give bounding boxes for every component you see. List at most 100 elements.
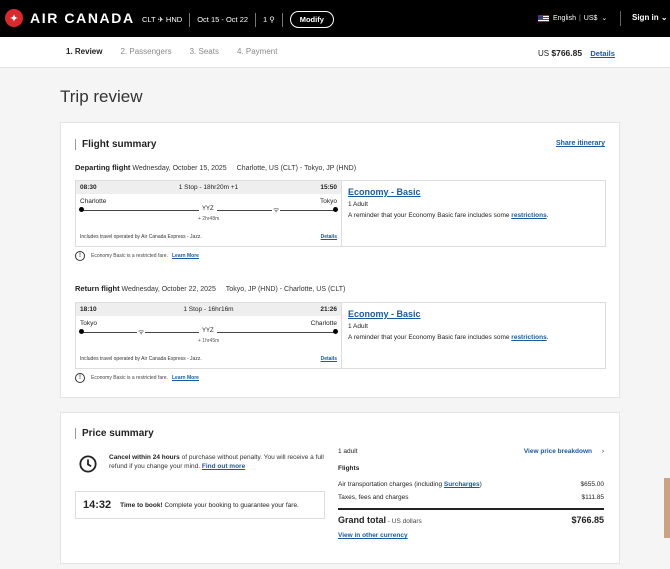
reminder-text: A reminder that your Economy Basic fare … bbox=[348, 212, 512, 219]
fare-type-link[interactable]: Economy - Basic bbox=[348, 309, 421, 319]
reminder-text: A reminder that your Economy Basic fare … bbox=[348, 334, 512, 341]
destination-dot bbox=[333, 329, 338, 334]
cancel-bold-text: Cancel within 24 hours bbox=[109, 454, 180, 461]
departing-flight-heading: Departing flight Wednesday, October 15, … bbox=[75, 163, 356, 172]
flight-date: Wednesday, October 22, 2025 bbox=[121, 286, 216, 293]
fare-type-link[interactable]: Economy - Basic bbox=[348, 187, 421, 197]
restrictions-link[interactable]: restrictions bbox=[511, 212, 546, 219]
view-other-currency-link[interactable]: View in other currency bbox=[338, 532, 408, 539]
destination-city: Charlotte bbox=[310, 320, 337, 327]
adult-row: 1 adult View price breakdown › bbox=[338, 448, 604, 455]
origin-dot bbox=[79, 207, 84, 212]
flight-label: Departing flight bbox=[75, 163, 131, 172]
dates-text: Oct 15 - Oct 22 bbox=[197, 15, 249, 24]
share-itinerary-link[interactable]: Share itinerary bbox=[556, 140, 605, 147]
return-flight-box: 1 Stop - 16hr16m 18:10 21:26 Tokyo Charl… bbox=[75, 302, 606, 369]
flight-summary-card: Flight summary Share itinerary Departing… bbox=[60, 122, 620, 398]
notice-text: Economy Basic is a restricted fare. bbox=[91, 375, 168, 381]
view-price-breakdown-link[interactable]: View price breakdown bbox=[524, 448, 592, 455]
arrival-time: 15:50 bbox=[320, 184, 337, 191]
divider bbox=[620, 11, 621, 26]
grand-total-row: Grand total - US dollars $766.85 bbox=[338, 515, 604, 525]
flight-date: Wednesday, October 15, 2025 bbox=[132, 165, 227, 172]
currency-prefix: US bbox=[538, 49, 550, 58]
learn-more-link[interactable]: Learn More bbox=[172, 253, 199, 259]
step-review[interactable]: 1. Review bbox=[66, 47, 102, 56]
flight-times-header: 1 Stop - 16hr16m 18:10 21:26 bbox=[76, 303, 341, 316]
stops-duration: 1 Stop - 16hr16m bbox=[183, 306, 234, 313]
top-navigation-bar: ✦ AIR CANADA CLT ✈ HND Oct 15 - Oct 22 1… bbox=[0, 0, 670, 37]
trip-info: CLT ✈ HND Oct 15 - Oct 22 1 ⚲ Modify bbox=[142, 11, 334, 28]
step-passengers[interactable]: 2. Passengers bbox=[120, 47, 171, 56]
sign-in-button[interactable]: Sign in ⌄ bbox=[632, 13, 668, 22]
language-selector[interactable]: English | US$ ⌄ bbox=[538, 14, 607, 22]
taxes-value: $111.85 bbox=[581, 494, 604, 501]
notice-text: Economy Basic is a restricted fare. bbox=[91, 253, 168, 259]
step-seats[interactable]: 3. Seats bbox=[190, 47, 219, 56]
departure-time: 08:30 bbox=[80, 184, 97, 191]
air-transport-label: Air transportation charges (including Su… bbox=[338, 481, 482, 488]
fare-reminder: A reminder that your Economy Basic fare … bbox=[348, 212, 549, 219]
layover-duration: + 2hr48m bbox=[198, 216, 220, 222]
passenger-type: 1 Adult bbox=[348, 201, 368, 208]
air-canada-logo[interactable]: ✦ AIR CANADA bbox=[5, 9, 135, 27]
flight-details-link[interactable]: Details bbox=[321, 234, 337, 240]
step-payment[interactable]: 4. Payment bbox=[237, 47, 277, 56]
chevron-down-icon: ⌄ bbox=[660, 13, 668, 22]
divider bbox=[189, 12, 191, 27]
booking-steps-bar: 1. Review 2. Passengers 3. Seats 4. Paym… bbox=[0, 37, 670, 68]
timer-value: 14:32 bbox=[83, 499, 112, 511]
cancellation-policy: Cancel within 24 hours of purchase witho… bbox=[79, 453, 329, 473]
warning-icon: ! bbox=[75, 373, 85, 383]
booking-timer: 14:32 Time to book! Complete your bookin… bbox=[75, 491, 325, 519]
time-to-book-label: Time to book! bbox=[120, 501, 163, 509]
passenger-count: 1 bbox=[263, 15, 268, 24]
surcharges-link[interactable]: Surcharges bbox=[444, 481, 480, 488]
person-icon: ⚲ bbox=[269, 15, 275, 24]
origin-city: Tokyo bbox=[80, 320, 97, 327]
route-text: CLT ✈ HND bbox=[142, 15, 183, 24]
restricted-fare-notice: ! Economy Basic is a restricted fare. Le… bbox=[75, 251, 199, 261]
flight-details-link[interactable]: Details bbox=[321, 356, 337, 362]
wifi-icon: ᯤ bbox=[272, 206, 281, 215]
divider: | bbox=[578, 14, 581, 22]
total-divider bbox=[338, 508, 604, 510]
connection-airport: YYZ bbox=[199, 206, 217, 212]
price-summary-card: Price summary Cancel within 24 hours of … bbox=[60, 412, 620, 564]
flight-timeline: 1 Stop - 16hr16m 18:10 21:26 Tokyo Charl… bbox=[76, 303, 342, 368]
chevron-right-icon: › bbox=[601, 448, 604, 455]
trip-total: US $766.85 Details bbox=[538, 48, 615, 58]
currency-label: US$ bbox=[583, 14, 598, 22]
flight-route: Charlotte, US (CLT) - Tokyo, JP (HND) bbox=[236, 165, 357, 172]
departure-time: 18:10 bbox=[80, 306, 97, 313]
operator-note: Includes travel operated by Air Canada E… bbox=[80, 356, 202, 362]
wifi-icon: ᯤ bbox=[137, 328, 146, 337]
divider bbox=[281, 12, 283, 27]
adult-label: 1 adult bbox=[338, 448, 358, 455]
learn-more-link[interactable]: Learn More bbox=[172, 375, 199, 381]
connection-airport: YYZ bbox=[199, 328, 217, 334]
stops-duration: 1 Stop - 18hr20m +1 bbox=[178, 184, 239, 191]
origin-city: Charlotte bbox=[80, 198, 107, 205]
passenger-type: 1 Adult bbox=[348, 323, 368, 330]
us-flag-icon bbox=[538, 14, 549, 22]
page-title: Trip review bbox=[60, 87, 143, 106]
brand-name: AIR CANADA bbox=[30, 10, 135, 26]
currency-row: View in other currency bbox=[338, 532, 604, 539]
feedback-tab[interactable] bbox=[664, 478, 670, 538]
restrictions-link[interactable]: restrictions bbox=[511, 334, 546, 341]
flight-route: Tokyo, JP (HND) - Charlotte, US (CLT) bbox=[225, 286, 346, 293]
air-transport-text: Air transportation charges (including bbox=[338, 481, 444, 488]
warning-icon: ! bbox=[75, 251, 85, 261]
air-transport-value: $655.00 bbox=[580, 481, 605, 488]
air-transport-row: Air transportation charges (including Su… bbox=[338, 481, 604, 488]
booking-steps: 1. Review 2. Passengers 3. Seats 4. Paym… bbox=[66, 47, 277, 56]
divider bbox=[255, 12, 257, 27]
trip-total-amount: $766.85 bbox=[551, 48, 583, 58]
trip-details-link[interactable]: Details bbox=[590, 49, 615, 58]
modify-button[interactable]: Modify bbox=[289, 11, 334, 28]
grand-total-unit: - US dollars bbox=[386, 518, 422, 525]
find-out-more-link[interactable]: Find out more bbox=[202, 463, 245, 470]
destination-dot bbox=[333, 207, 338, 212]
layover-duration: + 1hr45m bbox=[198, 338, 220, 344]
